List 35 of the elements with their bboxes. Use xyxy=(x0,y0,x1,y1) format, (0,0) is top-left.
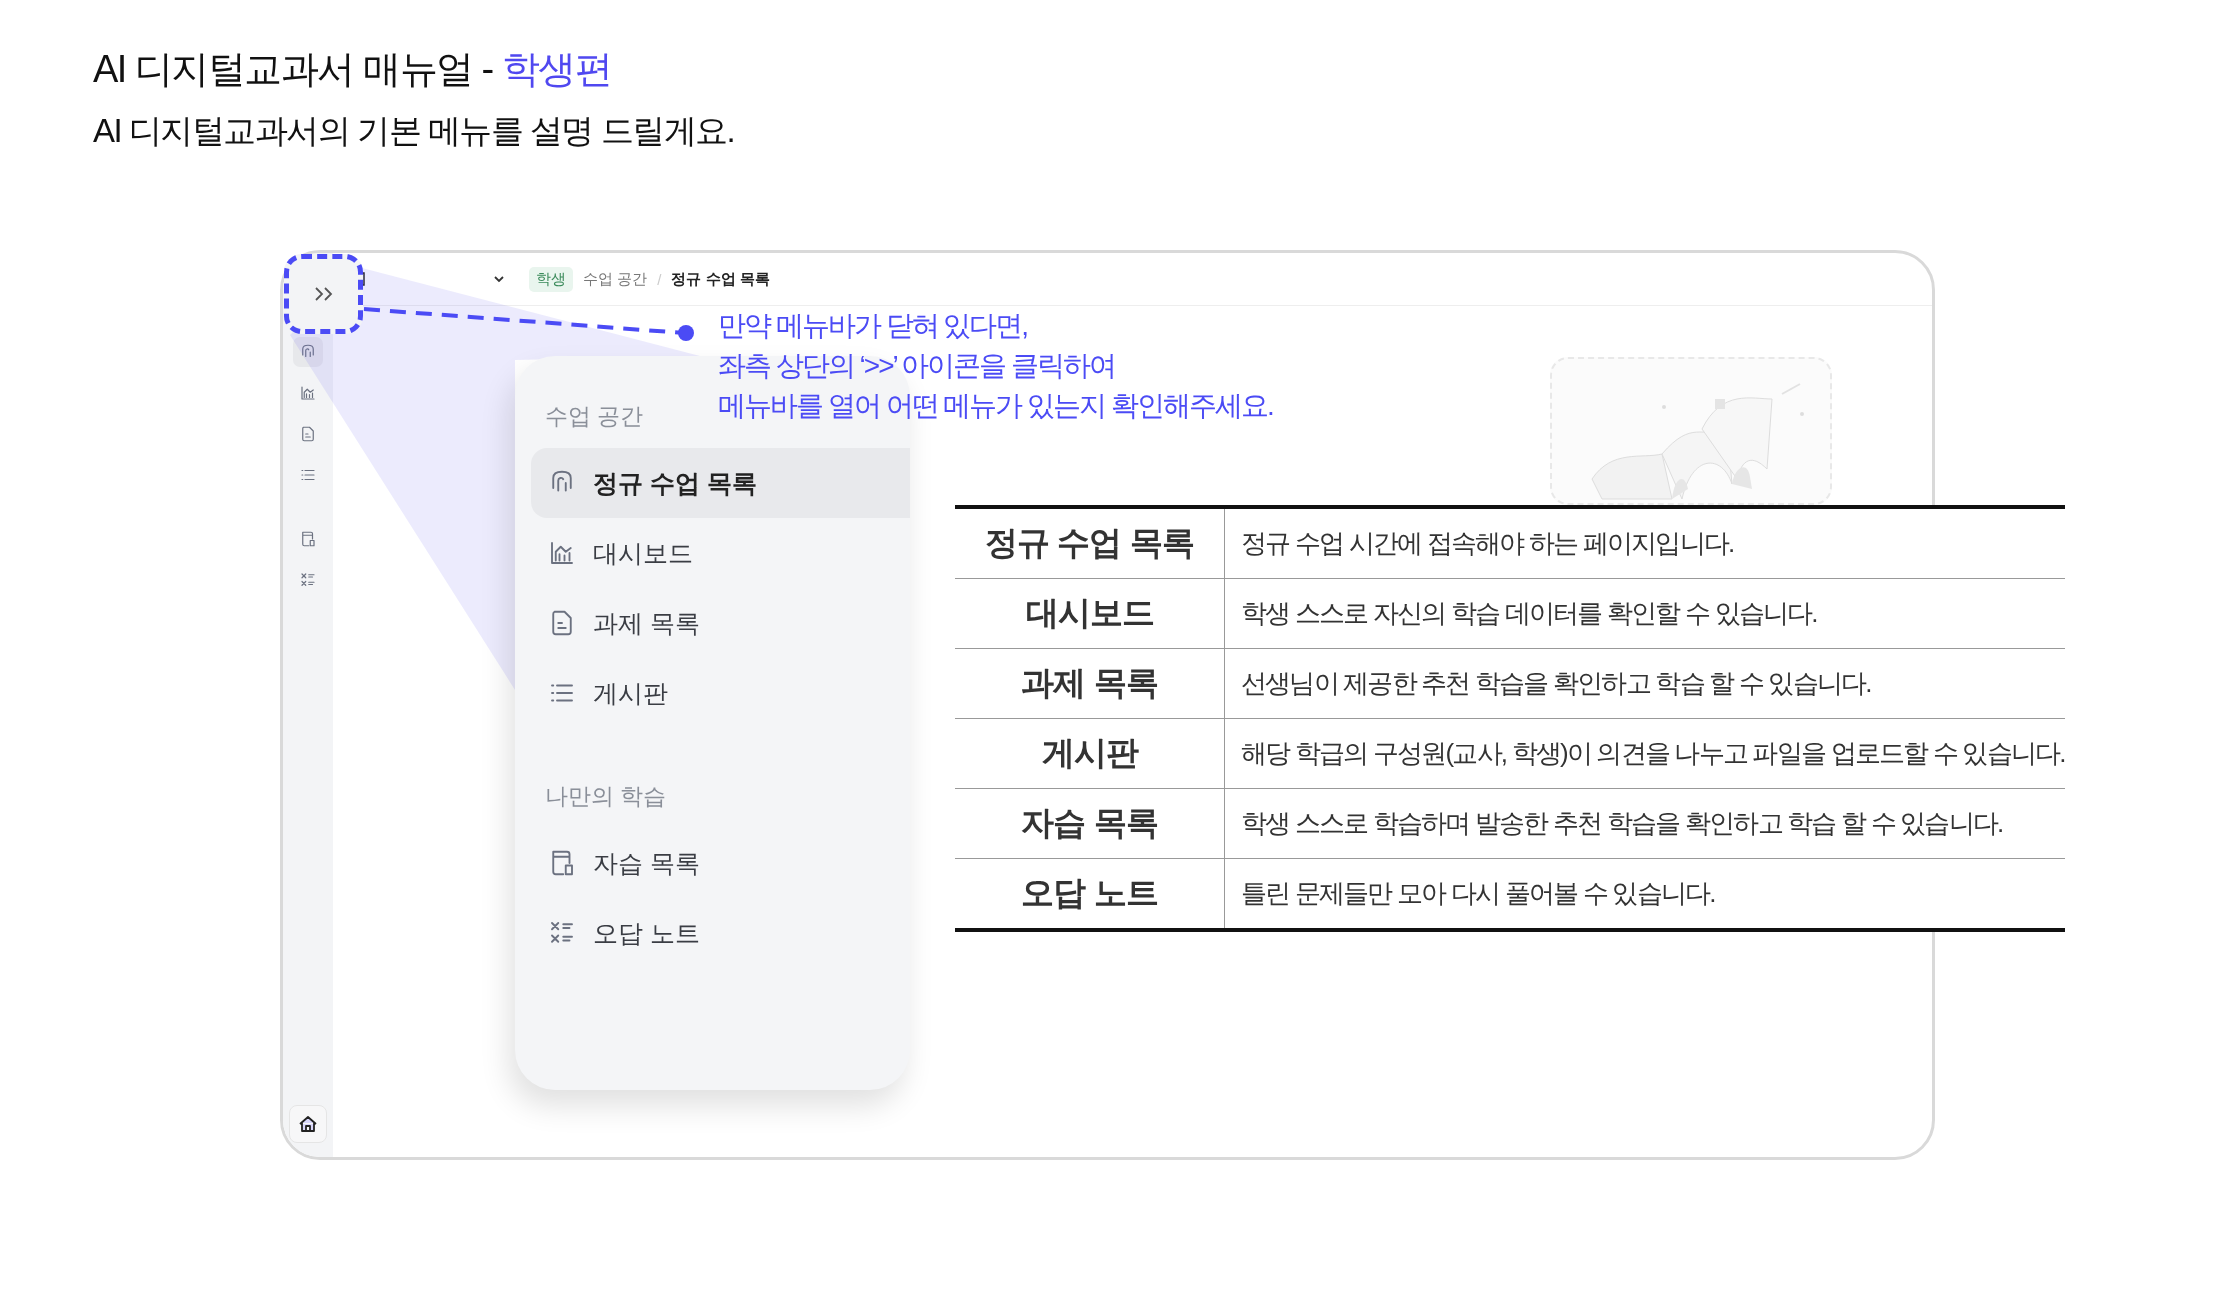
menu-item[interactable]: 정규 수업 목록 xyxy=(531,448,910,518)
section-title: 수업 공간 xyxy=(544,402,644,431)
home-icon xyxy=(297,1113,319,1135)
table-cell: 자습 목록 xyxy=(955,789,1225,859)
menu-item[interactable]: 게시판 xyxy=(531,658,910,728)
menu-item[interactable]: 대시보드 xyxy=(531,518,910,588)
menu-item[interactable]: 자습 목록 xyxy=(531,828,910,898)
table-cell: 선생님이 제공한 추천 학습을 확인하고 학습 할 수 있습니다. xyxy=(1225,649,2065,719)
table-cell-text: 틀린 문제들만 모아 다시 풀어볼 수 있습니다. xyxy=(1240,877,1716,910)
page-subtitle: AI 디지털교과서의 기본 메뉴를 설명 드릴게요. xyxy=(93,111,736,151)
table-cell: 학생 스스로 자신의 학습 데이터를 확인할 수 있습니다. xyxy=(1225,579,2065,649)
table-cell: 학생 스스로 학습하며 발송한 추천 학습을 확인하고 학습 할 수 있습니다. xyxy=(1225,789,2065,859)
menu-item[interactable]: 과제 목록 xyxy=(531,588,910,658)
breadcrumb-item[interactable]: 수업 공간 xyxy=(583,269,648,289)
section-title: 나만의 학습 xyxy=(544,782,667,811)
sidebar-icon-button[interactable] xyxy=(293,337,323,367)
table-cell: 오답 노트 xyxy=(955,859,1225,928)
table-cell: 대시보드 xyxy=(955,579,1225,649)
assignment-icon xyxy=(299,425,317,443)
callout-text: 메뉴바를 열어 어떤 메뉴가 있는지 확인해주세요. xyxy=(718,389,1273,423)
role-badge: 학생 xyxy=(529,266,573,292)
table-cell: 과제 목록 xyxy=(955,649,1225,719)
table-cell: 해당 학급의 구성원(교사, 학생)이 의견을 나누고 파일을 업로드할 수 있습니다. xyxy=(1225,719,2065,789)
caret-icon[interactable] xyxy=(493,275,505,283)
breadcrumb-item[interactable]: 정규 수업 목록 xyxy=(671,269,770,289)
table-cell: 게시판 xyxy=(955,719,1225,789)
callout-text: 만약 메뉴바가 닫혀 있다면, xyxy=(718,309,1029,343)
dashboard-icon xyxy=(299,384,317,402)
table-cell: 정규 수업 시간에 접속해야 하는 페이지입니다. xyxy=(1225,509,2065,579)
menu-item[interactable]: 오답 노트 xyxy=(531,898,910,968)
callout-text: 좌측 상단의 ‘>>’ 아이콘을 클릭하여 xyxy=(718,349,1117,383)
home-button[interactable] xyxy=(289,1105,327,1143)
table-cell: 정규 수업 목록 xyxy=(955,509,1225,579)
breadcrumb-separator: / xyxy=(657,270,662,288)
page-title: AI 디지털교과서 매뉴얼 - 학생편 xyxy=(93,47,613,92)
